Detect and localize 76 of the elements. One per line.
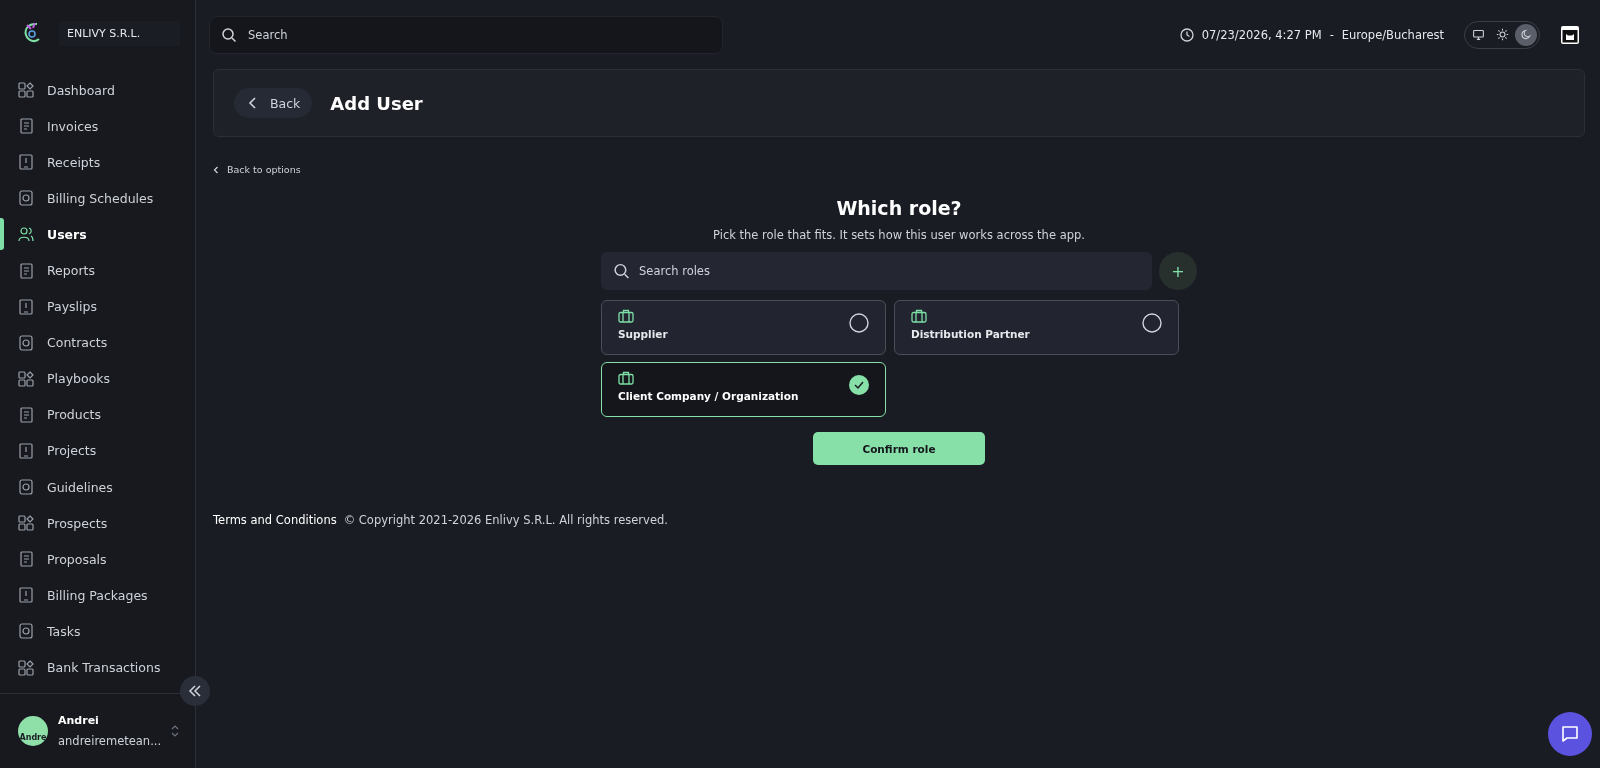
back-to-options-link[interactable]: Back to options [213,164,301,175]
sun-icon [1495,28,1509,41]
date-time: 07/23/2026, 4:27 PM [1201,27,1322,42]
terms-link[interactable]: Terms and Conditions [213,513,337,527]
search-field[interactable]: Search [209,15,723,54]
receipt-icon [17,442,35,460]
nav-item[interactable]: Contracts [0,324,195,361]
grid-icon [17,658,35,677]
briefcase-icon [911,309,927,323]
grid-icon [17,81,35,100]
collapse-button[interactable] [180,676,210,706]
nav-item[interactable]: Projects [0,432,195,470]
separator: - [1329,27,1334,42]
back-button[interactable]: Back [234,88,313,118]
nav-item[interactable]: Users [0,216,195,253]
receipt-icon [17,586,35,605]
grid-icon [17,369,35,388]
chat-button[interactable] [1548,712,1592,756]
radio-icon [849,313,869,333]
company-name: ENLIVY S.R.L. [59,20,181,46]
copyright-text: © Copyright 2021-2026 Enlivy S.R.L. All rights reserved. [343,513,668,527]
nav-item[interactable]: Dashboard [0,72,195,109]
nav-item[interactable]: Billing Schedules [0,180,195,217]
document-icon [17,261,35,280]
role-card[interactable]: Supplier [601,300,886,355]
user-email: andreiremetean... [58,732,162,749]
document-icon [17,550,35,569]
role-label: Distribution Partner [911,328,1031,340]
document-icon [17,478,35,497]
chevron-left-icon [213,165,219,174]
nav-item[interactable]: Bank Transactions [0,649,195,686]
nav-item[interactable]: Reports [0,252,195,289]
nav-item[interactable]: Guidelines [0,469,195,506]
chevron-updown-icon [171,724,180,738]
briefcase-icon [618,371,634,385]
moon-icon [1519,28,1533,41]
nav-item[interactable]: Proposals [0,541,195,578]
check-icon [849,375,869,395]
document-icon [17,189,35,208]
page-title: Add User [330,92,423,114]
clock-icon [1179,27,1194,42]
role-card[interactable]: Client Company / Organization [601,362,886,417]
grid-icon [17,514,35,533]
avatar: Andre [18,716,48,746]
briefcase-icon [618,309,634,323]
timezone: Europe/Bucharest [1341,27,1444,42]
nav-item[interactable]: Prospects [0,505,195,542]
monitor-icon [1471,28,1485,41]
nav-item[interactable]: Billing Packages [0,577,195,614]
nav-item[interactable]: Tasks [0,613,195,650]
document-icon [17,117,35,136]
receipt-icon [17,297,35,316]
double-chevron-left-icon [188,684,202,698]
role-label: Client Company / Organization [618,390,800,402]
user-name: Andrei [58,713,100,728]
receipt-icon [17,153,35,172]
nav-item[interactable]: Playbooks [0,360,195,397]
add-role-button[interactable]: + [1159,252,1197,290]
chevron-left-icon [248,97,258,109]
role-label: Supplier [618,328,669,340]
document-icon [17,333,35,352]
chat-icon [1560,724,1580,744]
section-subtitle: Pick the role that fits. It sets how this user works across the app. [713,228,1085,242]
nav-item[interactable]: Receipts [0,144,195,181]
nav-item[interactable]: Payslips [0,288,195,325]
confirm-role-button[interactable]: Confirm role [813,432,985,465]
document-icon [17,405,35,424]
nav-item[interactable]: Products [0,396,195,433]
radio-icon [1142,313,1162,333]
document-icon [17,622,35,641]
role-card[interactable]: Distribution Partner [894,300,1179,355]
dark-theme-button[interactable] [1515,23,1537,46]
nav-item[interactable]: Invoices [0,108,195,145]
users-icon [17,225,35,244]
section-title: Which role? [836,197,962,219]
role-search-field[interactable]: Search roles [601,252,1152,290]
